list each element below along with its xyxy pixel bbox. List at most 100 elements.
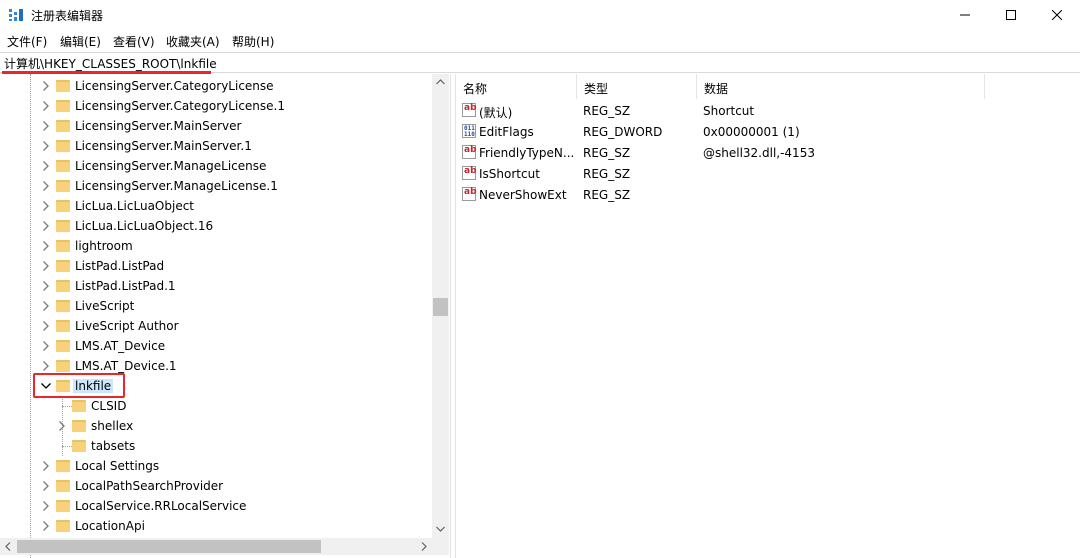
minimize-button[interactable]: [942, 0, 988, 30]
column-header-data[interactable]: 数据: [697, 74, 985, 99]
tree-node[interactable]: LicensingServer.MainServer: [0, 116, 432, 136]
tree-node[interactable]: lightroom: [0, 236, 432, 256]
address-bar[interactable]: 计算机\HKEY_CLASSES_ROOT\lnkfile: [0, 52, 1080, 73]
scroll-right-arrow-icon[interactable]: [421, 542, 427, 551]
string-value-icon: ab: [462, 187, 477, 201]
tree-horizontal-scroll-thumb[interactable]: [17, 540, 321, 553]
tree-node[interactable]: LicensingServer.MainServer.1: [0, 136, 432, 156]
tree-node[interactable]: LocalPathSearchProvider: [0, 476, 432, 496]
tree-node[interactable]: LicensingServer.ManageLicense: [0, 156, 432, 176]
value-name: IsShortcut: [479, 167, 540, 181]
menu-view[interactable]: 查看(V): [113, 33, 155, 50]
column-header-name[interactable]: 名称: [456, 74, 577, 99]
scroll-left-arrow-icon[interactable]: [5, 542, 11, 551]
menu-help[interactable]: 帮助(H): [232, 33, 274, 50]
tree-node[interactable]: LMS.AT_Device: [0, 336, 432, 356]
tree-node[interactable]: LicensingServer.CategoryLicense.1: [0, 96, 432, 116]
chevron-right-icon[interactable]: [40, 280, 52, 292]
tree-node[interactable]: tabsets: [0, 436, 432, 456]
chevron-right-icon[interactable]: [40, 260, 52, 272]
tree-node[interactable]: ListPad.ListPad: [0, 256, 432, 276]
tree-node-label: LicensingServer.CategoryLicense: [75, 79, 274, 93]
chevron-right-icon[interactable]: [40, 220, 52, 232]
chevron-right-icon[interactable]: [40, 200, 52, 212]
chevron-right-icon[interactable]: [40, 80, 52, 92]
chevron-right-icon[interactable]: [40, 300, 52, 312]
tree-node-label: ListPad.ListPad: [75, 259, 165, 273]
tree-node[interactable]: LicLua.LicLuaObject: [0, 196, 432, 216]
tree-node-label: Local Settings: [75, 459, 160, 473]
minimize-icon: [960, 14, 970, 16]
scrollbar-corner: [432, 538, 449, 555]
scroll-up-arrow-icon[interactable]: [436, 79, 445, 85]
tree-node[interactable]: CLSID: [0, 396, 432, 416]
chevron-right-icon[interactable]: [40, 140, 52, 152]
tree-node[interactable]: shellex: [0, 416, 432, 436]
chevron-right-icon[interactable]: [40, 120, 52, 132]
tree-node[interactable]: LiveScript: [0, 296, 432, 316]
value-row[interactable]: ab IsShortcut REG_SZ: [456, 163, 1080, 184]
tree-node[interactable]: LocalService.RRLocalService: [0, 496, 432, 516]
chevron-right-icon[interactable]: [56, 420, 68, 432]
column-header-data-label: 数据: [704, 82, 729, 96]
column-header-type[interactable]: 类型: [577, 74, 697, 99]
tree-node-label: LicensingServer.ManageLicense.1: [75, 179, 278, 193]
tree-node[interactable]: LicensingServer.CategoryLicense: [0, 76, 432, 96]
menu-edit[interactable]: 编辑(E): [60, 33, 101, 50]
tree-node-label: LicensingServer.MainServer.1: [75, 139, 252, 153]
column-header-name-label: 名称: [463, 82, 488, 96]
tree-node[interactable]: LiveScript Author: [0, 316, 432, 336]
tree-node-label: LocationApi: [75, 519, 145, 533]
tree-node[interactable]: ListPad.ListPad.1: [0, 276, 432, 296]
folder-icon: [56, 160, 70, 172]
menu-file[interactable]: 文件(F): [7, 33, 47, 50]
close-button[interactable]: [1034, 0, 1080, 30]
tree-node-label: LicensingServer.ManageLicense: [75, 159, 267, 173]
folder-icon: [56, 340, 70, 352]
folder-icon: [56, 520, 70, 532]
value-row[interactable]: ab NeverShowExt REG_SZ: [456, 184, 1080, 205]
chevron-right-icon[interactable]: [40, 340, 52, 352]
chevron-right-icon[interactable]: [40, 160, 52, 172]
chevron-right-icon[interactable]: [40, 180, 52, 192]
selected-key-highlight-box: [33, 373, 125, 398]
tree-node-label: LMS.AT_Device.1: [75, 359, 177, 373]
value-row[interactable]: ab (默认) REG_SZ Shortcut: [456, 100, 1080, 121]
chevron-right-icon[interactable]: [40, 100, 52, 112]
string-value-icon: ab: [462, 145, 477, 159]
value-name: EditFlags: [479, 125, 534, 139]
tree-node[interactable]: LocationApi: [0, 516, 432, 536]
chevron-right-icon[interactable]: [40, 320, 52, 332]
values-list-pane[interactable]: 名称 类型 数据 ab (默认) REG_SZ Shortcut 011 110 EditF…: [456, 74, 1080, 558]
chevron-right-icon[interactable]: [40, 460, 52, 472]
folder-icon: [56, 280, 70, 292]
tree-node-label: LMS.AT_Device: [75, 339, 166, 353]
folder-icon: [56, 80, 70, 92]
tree-node-label: LicensingServer.MainServer: [75, 119, 242, 133]
tree-node-label: CLSID: [91, 399, 127, 413]
tree-vertical-scroll-thumb[interactable]: [433, 298, 448, 316]
regedit-app-icon: [9, 9, 23, 21]
folder-icon: [56, 120, 70, 132]
menu-favorites[interactable]: 收藏夹(A): [166, 33, 220, 50]
chevron-right-icon[interactable]: [40, 520, 52, 532]
chevron-right-icon[interactable]: [40, 480, 52, 492]
key-tree-pane[interactable]: LicensingServer.CategoryLicense Licensing…: [0, 74, 450, 558]
value-name: (默认): [479, 106, 513, 120]
tree-node[interactable]: LicLua.LicLuaObject.16: [0, 216, 432, 236]
tree-node[interactable]: Local Settings: [0, 456, 432, 476]
chevron-right-icon[interactable]: [40, 500, 52, 512]
tree-node-label: tabsets: [91, 439, 136, 453]
folder-icon: [72, 440, 86, 452]
folder-icon: [56, 300, 70, 312]
folder-icon: [56, 240, 70, 252]
tree-node-label: lightroom: [75, 239, 133, 253]
scroll-down-arrow-icon[interactable]: [436, 526, 445, 532]
tree-node[interactable]: LicensingServer.ManageLicense.1: [0, 176, 432, 196]
maximize-button[interactable]: [988, 0, 1034, 30]
value-data: @shell32.dll,-4153: [703, 146, 815, 160]
value-row[interactable]: ab FriendlyTypeN... REG_SZ @shell32.dll,-41…: [456, 142, 1080, 163]
value-row[interactable]: 011 110 EditFlags REG_DWORD 0x00000001 (1): [456, 121, 1080, 142]
chevron-right-icon[interactable]: [40, 360, 52, 372]
chevron-right-icon[interactable]: [40, 240, 52, 252]
